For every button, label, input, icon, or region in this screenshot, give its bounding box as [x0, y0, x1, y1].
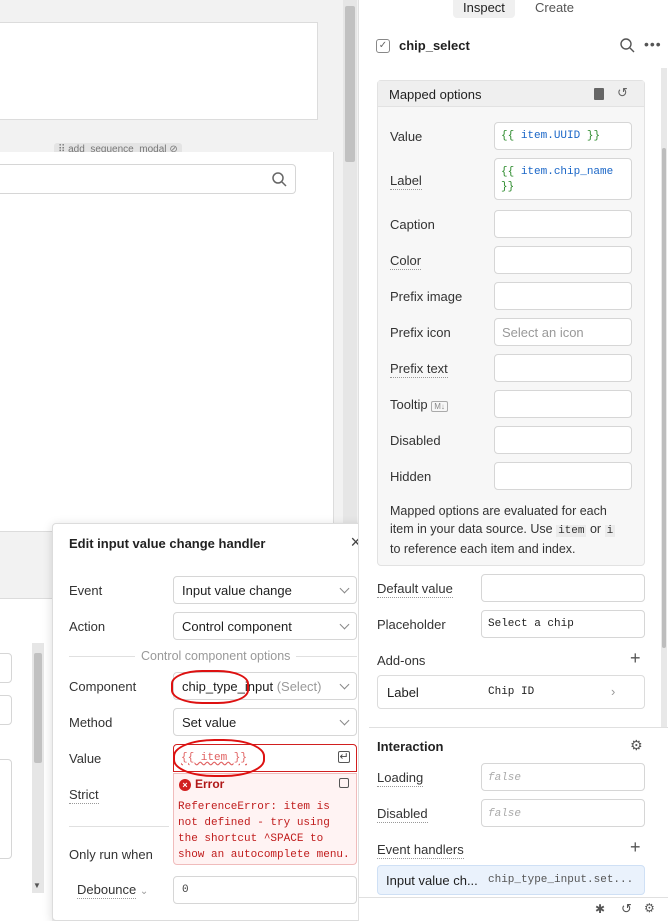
prefix-icon-label: Prefix icon [390, 325, 451, 340]
search-icon[interactable] [620, 38, 635, 53]
action-select[interactable]: Control component [173, 612, 357, 640]
addons-title: Add-ons [377, 653, 426, 668]
disabled-input[interactable] [494, 426, 632, 454]
scroll-down-icon[interactable]: ▼ [33, 881, 41, 890]
lower-scrollbar[interactable] [32, 643, 44, 893]
color-label: Color [390, 253, 422, 270]
color-input[interactable] [494, 246, 632, 274]
search-bar[interactable] [0, 164, 296, 194]
error-title: Error [195, 777, 225, 791]
expand-icon[interactable]: ↵ [338, 751, 350, 763]
mapped-options-help: Mapped options are evaluated for each it… [390, 504, 616, 556]
disabled-label: Disabled [377, 806, 428, 823]
default-value-label: Default value [377, 581, 453, 598]
lower-panel: ▼ [0, 598, 52, 921]
loading-input[interactable]: false [481, 763, 645, 791]
chevron-down-icon [339, 583, 350, 594]
interaction-title: Interaction [377, 739, 444, 754]
caption-label: Caption [390, 217, 435, 232]
event-select[interactable]: Input value change [173, 576, 357, 604]
prefix-text-input[interactable] [494, 354, 632, 382]
chevron-down-icon [339, 679, 350, 690]
mapped-options-section: Mapped options ↺ Value {{ item.UUID }} L… [377, 80, 645, 566]
label-label: Label [390, 173, 422, 190]
value-input[interactable]: {{ item.UUID }} [494, 122, 632, 150]
error-popover: × Error ReferenceError: item is not defi… [173, 773, 357, 865]
settings-sliders-icon[interactable]: ⚙ [630, 737, 643, 754]
tooltip-label: Tooltip M↓ [390, 397, 448, 412]
canvas-component-block[interactable] [0, 22, 318, 120]
tab-inspect[interactable]: Inspect [453, 0, 515, 18]
prefix-icon-select[interactable]: Select an icon [494, 318, 632, 346]
strict-label: Strict [69, 787, 99, 804]
chevron-right-icon: › [611, 684, 616, 699]
addon-row[interactable]: Label Chip ID › [377, 675, 645, 709]
markdown-badge: M↓ [431, 401, 448, 412]
tab-create[interactable]: Create [525, 0, 584, 18]
event-handler-modal: Edit input value change handler × Event … [52, 523, 372, 921]
add-icon[interactable]: + [630, 648, 641, 669]
value-label: Value [390, 129, 423, 144]
history-icon[interactable]: ↺ [621, 901, 632, 917]
label-input[interactable]: {{ item.chip_name }} [494, 158, 632, 200]
action-label: Action [69, 619, 106, 634]
placeholder-label: Placeholder [377, 617, 446, 632]
value-label: Value [69, 751, 102, 766]
error-message: ReferenceError: item is not defined - tr… [178, 801, 350, 861]
disabled-input[interactable]: false [481, 799, 645, 827]
chevron-down-icon [339, 619, 350, 630]
modal-canvas [0, 152, 334, 532]
docs-icon[interactable] [594, 88, 604, 100]
event-label: Event [69, 583, 103, 598]
mapped-options-title: Mapped options [389, 87, 482, 102]
prefix-image-label: Prefix image [390, 289, 463, 304]
reset-icon[interactable]: ↺ [617, 85, 628, 101]
component-name[interactable]: chip_select [399, 38, 470, 53]
annotation-circle [171, 670, 249, 704]
method-label: Method [69, 715, 113, 730]
hidden-input[interactable] [494, 462, 632, 490]
placeholder-input[interactable]: Select a chip [481, 610, 645, 638]
loading-label: Loading [377, 770, 424, 787]
more-icon[interactable]: ••• [644, 36, 662, 52]
panel-scrollbar[interactable] [661, 68, 667, 728]
inspector-panel: Inspect Create ✓ chip_select ••• Mapped … [358, 0, 668, 921]
chevron-down-icon [339, 715, 350, 726]
component-label: Component [69, 679, 137, 694]
tooltip-input[interactable] [494, 390, 632, 418]
default-value-input[interactable] [481, 574, 645, 602]
event-handler-row[interactable]: Input value ch... chip_type_input.set... [377, 865, 645, 895]
status-bar: ✱ ↺ ⚙ [359, 897, 668, 921]
select-component-icon: ✓ [376, 39, 390, 53]
section-heading: Control component options [135, 649, 297, 663]
settings-icon[interactable]: ⚙ [644, 901, 655, 915]
prefix-text-label: Prefix text [390, 361, 448, 378]
method-select[interactable]: Set value [173, 708, 357, 736]
caption-input[interactable] [494, 210, 632, 238]
search-icon[interactable] [272, 172, 287, 187]
annotation-circle [173, 739, 265, 777]
copy-icon[interactable] [339, 778, 349, 788]
debounce-label[interactable]: Debounce ⌄ [77, 882, 148, 899]
debug-icon[interactable]: ✱ [595, 902, 605, 916]
canvas-scrollbar[interactable] [343, 0, 357, 530]
error-icon: × [179, 779, 191, 791]
prefix-image-input[interactable] [494, 282, 632, 310]
event-handlers-label: Event handlers [377, 842, 464, 859]
modal-title: Edit input value change handler [69, 536, 266, 551]
hidden-label: Hidden [390, 469, 432, 484]
debounce-input[interactable]: 0 [173, 876, 357, 904]
add-event-handler-icon[interactable]: + [630, 837, 641, 858]
disabled-label: Disabled [390, 433, 441, 448]
only-run-when-label: Only run when [69, 847, 153, 862]
